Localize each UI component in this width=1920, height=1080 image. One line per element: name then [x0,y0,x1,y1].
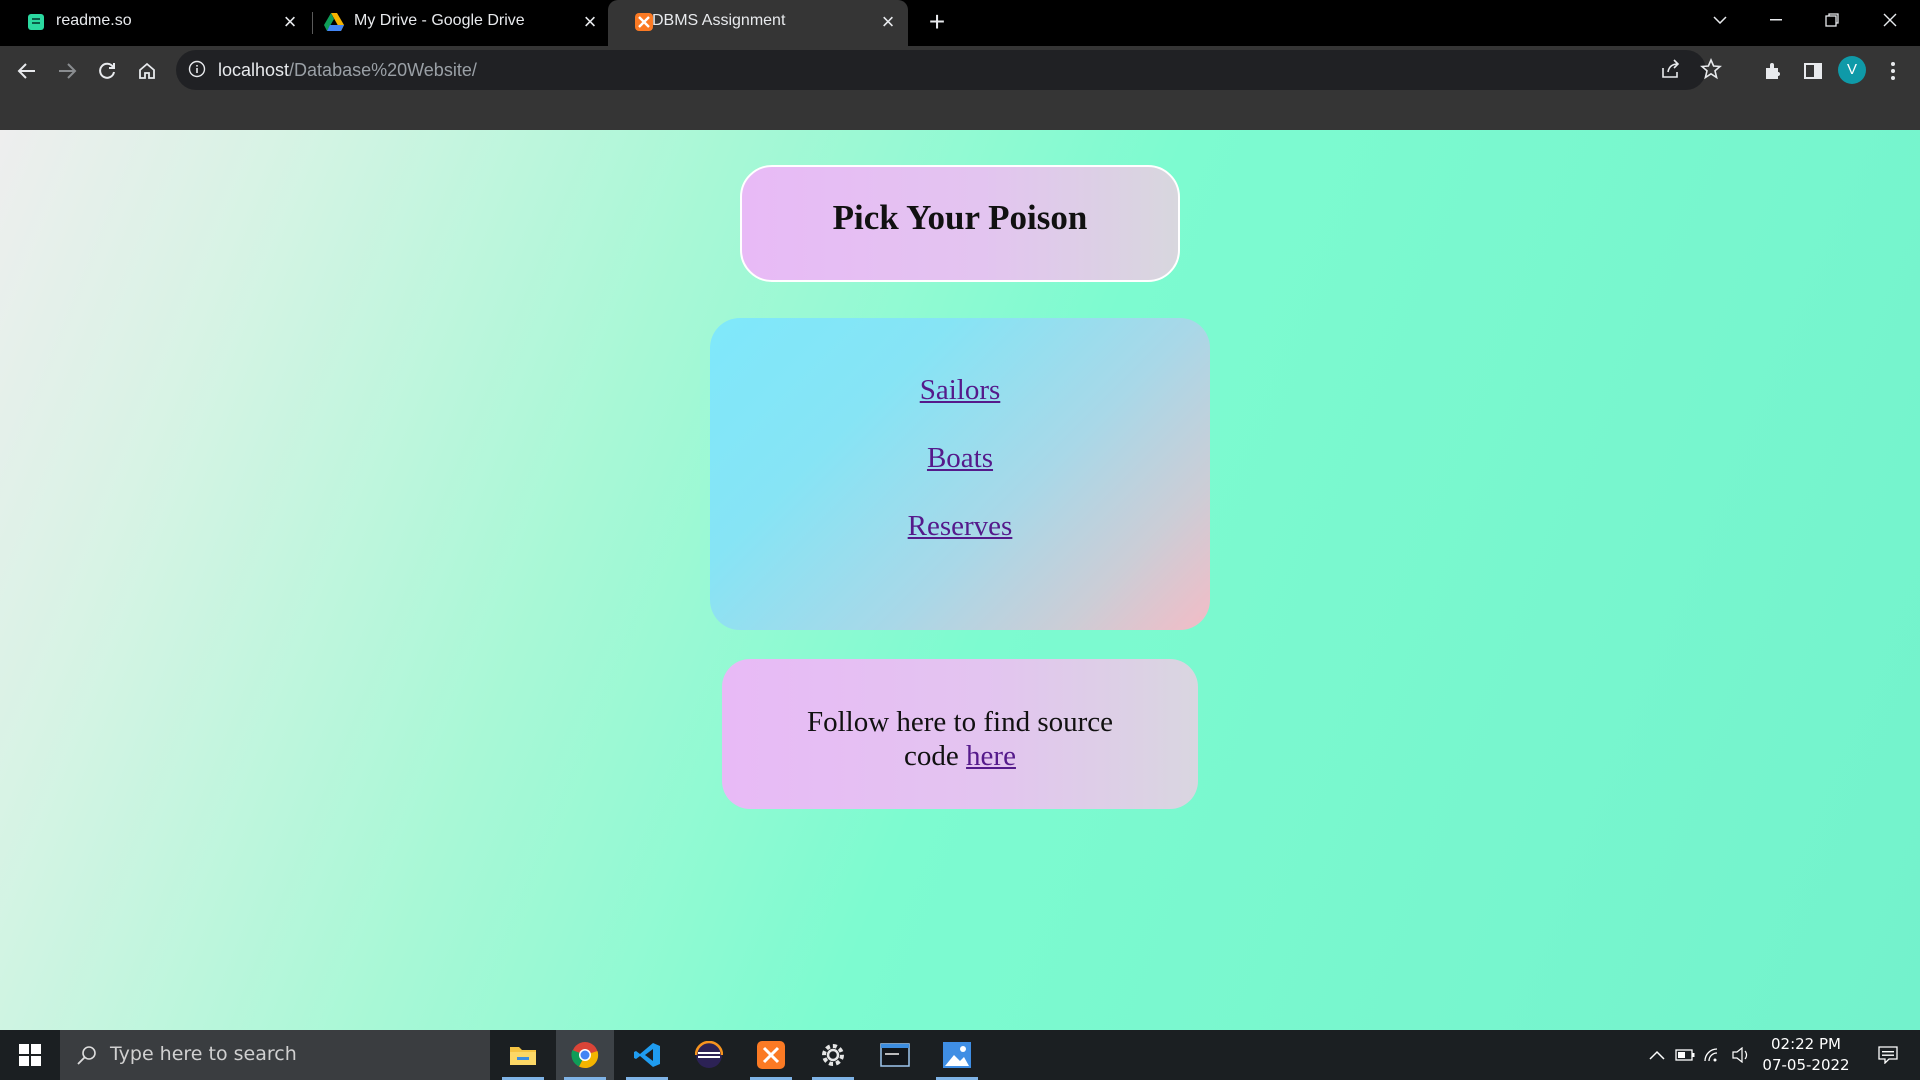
links-card: Sailors Boats Reserves [710,318,1210,630]
readme-icon [26,12,46,32]
wifi-icon[interactable] [1700,1030,1726,1080]
notifications-icon[interactable] [1866,1030,1910,1080]
link-label[interactable]: Reserves [908,510,1013,542]
page-viewport: Pick Your Poison Sailors Boats Reserves … [0,130,1920,1030]
mysql-icon[interactable] [866,1030,924,1080]
follow-text: Follow here to find source code [806,706,1114,772]
clock-date: 07-05-2022 [1762,1056,1850,1074]
side-panel-icon[interactable] [1796,54,1830,88]
volume-icon[interactable] [1728,1030,1754,1080]
browser-toolbar: localhost/Database%20Website/ V [0,46,1920,130]
profile-avatar[interactable]: V [1838,56,1866,84]
show-hidden-icons-chevron-icon[interactable] [1644,1030,1670,1080]
link-label[interactable]: Sailors [920,374,1001,406]
search-placeholder: Type here to search [110,1043,297,1065]
source-code-card: Follow here to find source code here [722,659,1198,809]
link-boats[interactable]: Boats [710,442,1210,475]
title-card: Pick Your Poison [740,165,1180,282]
minimize-button[interactable] [1748,0,1804,40]
battery-icon[interactable] [1672,1030,1698,1080]
home-button[interactable] [130,54,164,88]
system-clock[interactable]: 02:22 PM 07-05-2022 [1758,1034,1854,1076]
source-code-link[interactable]: here [966,740,1016,772]
back-button[interactable] [10,54,44,88]
photos-icon[interactable] [928,1030,986,1080]
restore-button[interactable] [1804,0,1860,40]
xampp-taskbar-icon[interactable] [742,1030,800,1080]
tab-google-drive[interactable]: My Drive - Google Drive × [300,0,600,46]
new-tab-button[interactable]: + [922,8,952,38]
url-host: localhost [218,60,290,80]
page-title: Pick Your Poison [832,198,1088,237]
chrome-icon[interactable] [556,1030,614,1080]
link-reserves[interactable]: Reserves [710,510,1210,543]
share-icon[interactable] [1660,58,1684,82]
start-button[interactable] [0,1030,60,1080]
tab-strip: readme.so × My Drive - Google Drive × DB… [0,0,1920,46]
tab-search-icon[interactable] [1692,0,1748,40]
extensions-icon[interactable] [1756,54,1790,88]
follow-paragraph: Follow here to find source code here [722,705,1198,773]
clock-time: 02:22 PM [1771,1035,1841,1053]
menu-kebab-icon[interactable] [1876,54,1910,88]
close-tab-icon[interactable]: × [876,10,900,34]
close-tab-icon[interactable]: × [278,10,302,34]
close-tab-icon[interactable]: × [578,10,602,34]
link-label[interactable]: Boats [927,442,993,474]
windows-logo-icon [19,1044,41,1066]
tab-title: readme.so [56,12,132,29]
tab-title: DBMS Assignment [652,12,786,29]
google-drive-icon [324,12,344,32]
settings-gear-icon[interactable] [804,1030,862,1080]
url-text[interactable]: localhost/Database%20Website/ [218,60,477,81]
search-icon [76,1044,98,1066]
vscode-icon[interactable] [618,1030,676,1080]
tab-readme[interactable]: readme.so × [0,0,300,46]
tab-title: My Drive - Google Drive [354,12,525,29]
url-path: /Database%20Website/ [289,60,477,80]
forward-button[interactable] [50,54,84,88]
eclipse-icon[interactable] [680,1030,738,1080]
site-info-icon[interactable] [188,60,208,80]
reload-button[interactable] [90,54,124,88]
tab-dbms-assignment[interactable]: DBMS Assignment × [608,0,908,46]
address-bar[interactable]: localhost/Database%20Website/ [176,50,1722,90]
bookmark-star-icon[interactable] [1700,57,1724,82]
xampp-icon [634,12,654,32]
link-sailors[interactable]: Sailors [710,374,1210,407]
file-explorer-icon[interactable] [494,1030,552,1080]
taskbar-search[interactable]: Type here to search [60,1030,490,1080]
close-window-button[interactable] [1862,0,1918,40]
windows-taskbar: Type here to search 02:22 PM 07-05-2022 [0,1030,1920,1080]
